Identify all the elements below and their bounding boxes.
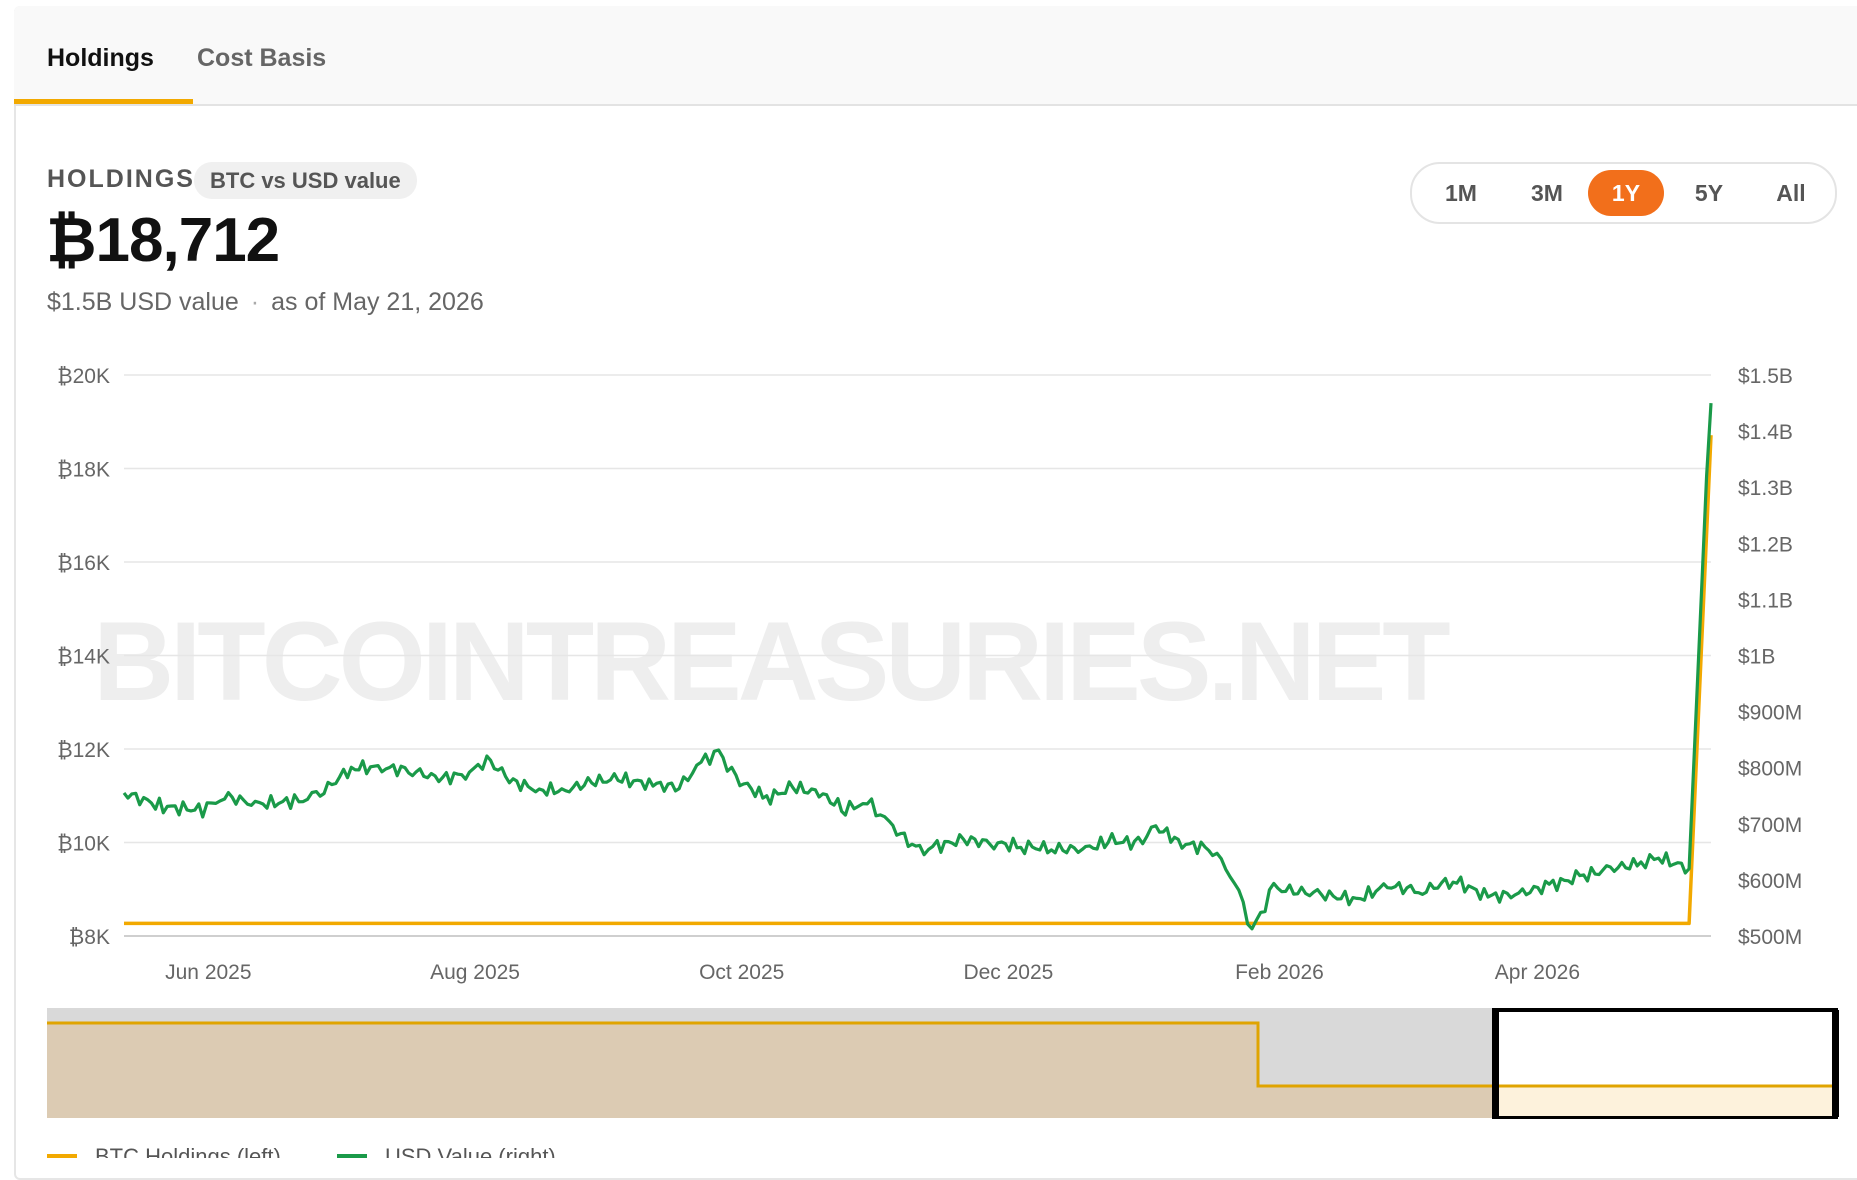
y-left-tick-label: ₿14K [57,646,110,669]
x-tick-label: Aug 2025 [430,961,520,984]
y-left-tick-label: ₿18K [57,459,110,482]
y-right-tick-label: $1.5B [1738,365,1793,388]
y-right-tick-label: $1.1B [1738,589,1793,612]
y-right-tick-label: $500M [1738,926,1802,949]
y-left-tick-label: ₿12K [57,739,110,762]
navigator-left-handle[interactable] [1492,1010,1499,1117]
legend: BTC Holdings (left) USD Value (right) [47,1144,556,1158]
legend-btc-label[interactable]: BTC Holdings (left) [95,1144,281,1158]
y-right-tick-label: $1.2B [1738,533,1793,556]
watermark-text: BITCOINTREASURIES.NET [93,599,1450,724]
y-left-tick-label: ₿16K [57,552,110,575]
y-right-tick-label: $800M [1738,758,1802,781]
y-right-tick-label: $700M [1738,814,1802,837]
legend-usd-label[interactable]: USD Value (right) [385,1144,556,1158]
x-tick-label: Apr 2026 [1495,961,1580,984]
holdings-chart: BITCOINTREASURIES.NET ₿20K ₿18K ₿16K ₿14K ₿1… [47,365,1839,1158]
y-left-tick-label: ₿8K [69,926,110,949]
x-tick-label: Oct 2025 [699,961,784,984]
x-tick-label: Jun 2025 [165,961,251,984]
x-tick-label: Feb 2026 [1235,961,1324,984]
navigator-selected-fill [1497,1086,1833,1116]
y-right-tick-label: $600M [1738,870,1802,893]
x-tick-label: Dec 2025 [963,961,1053,984]
y-right-tick-label: $1.3B [1738,477,1793,500]
navigator-right-handle[interactable] [1832,1010,1839,1117]
y-right-tick-label: $900M [1738,702,1802,725]
y-left-tick-label: ₿10K [57,833,110,856]
y-right-tick-label: $1B [1738,646,1775,669]
y-left-tick-label: ₿20K [57,365,110,388]
y-right-tick-label: $1.4B [1738,421,1793,444]
